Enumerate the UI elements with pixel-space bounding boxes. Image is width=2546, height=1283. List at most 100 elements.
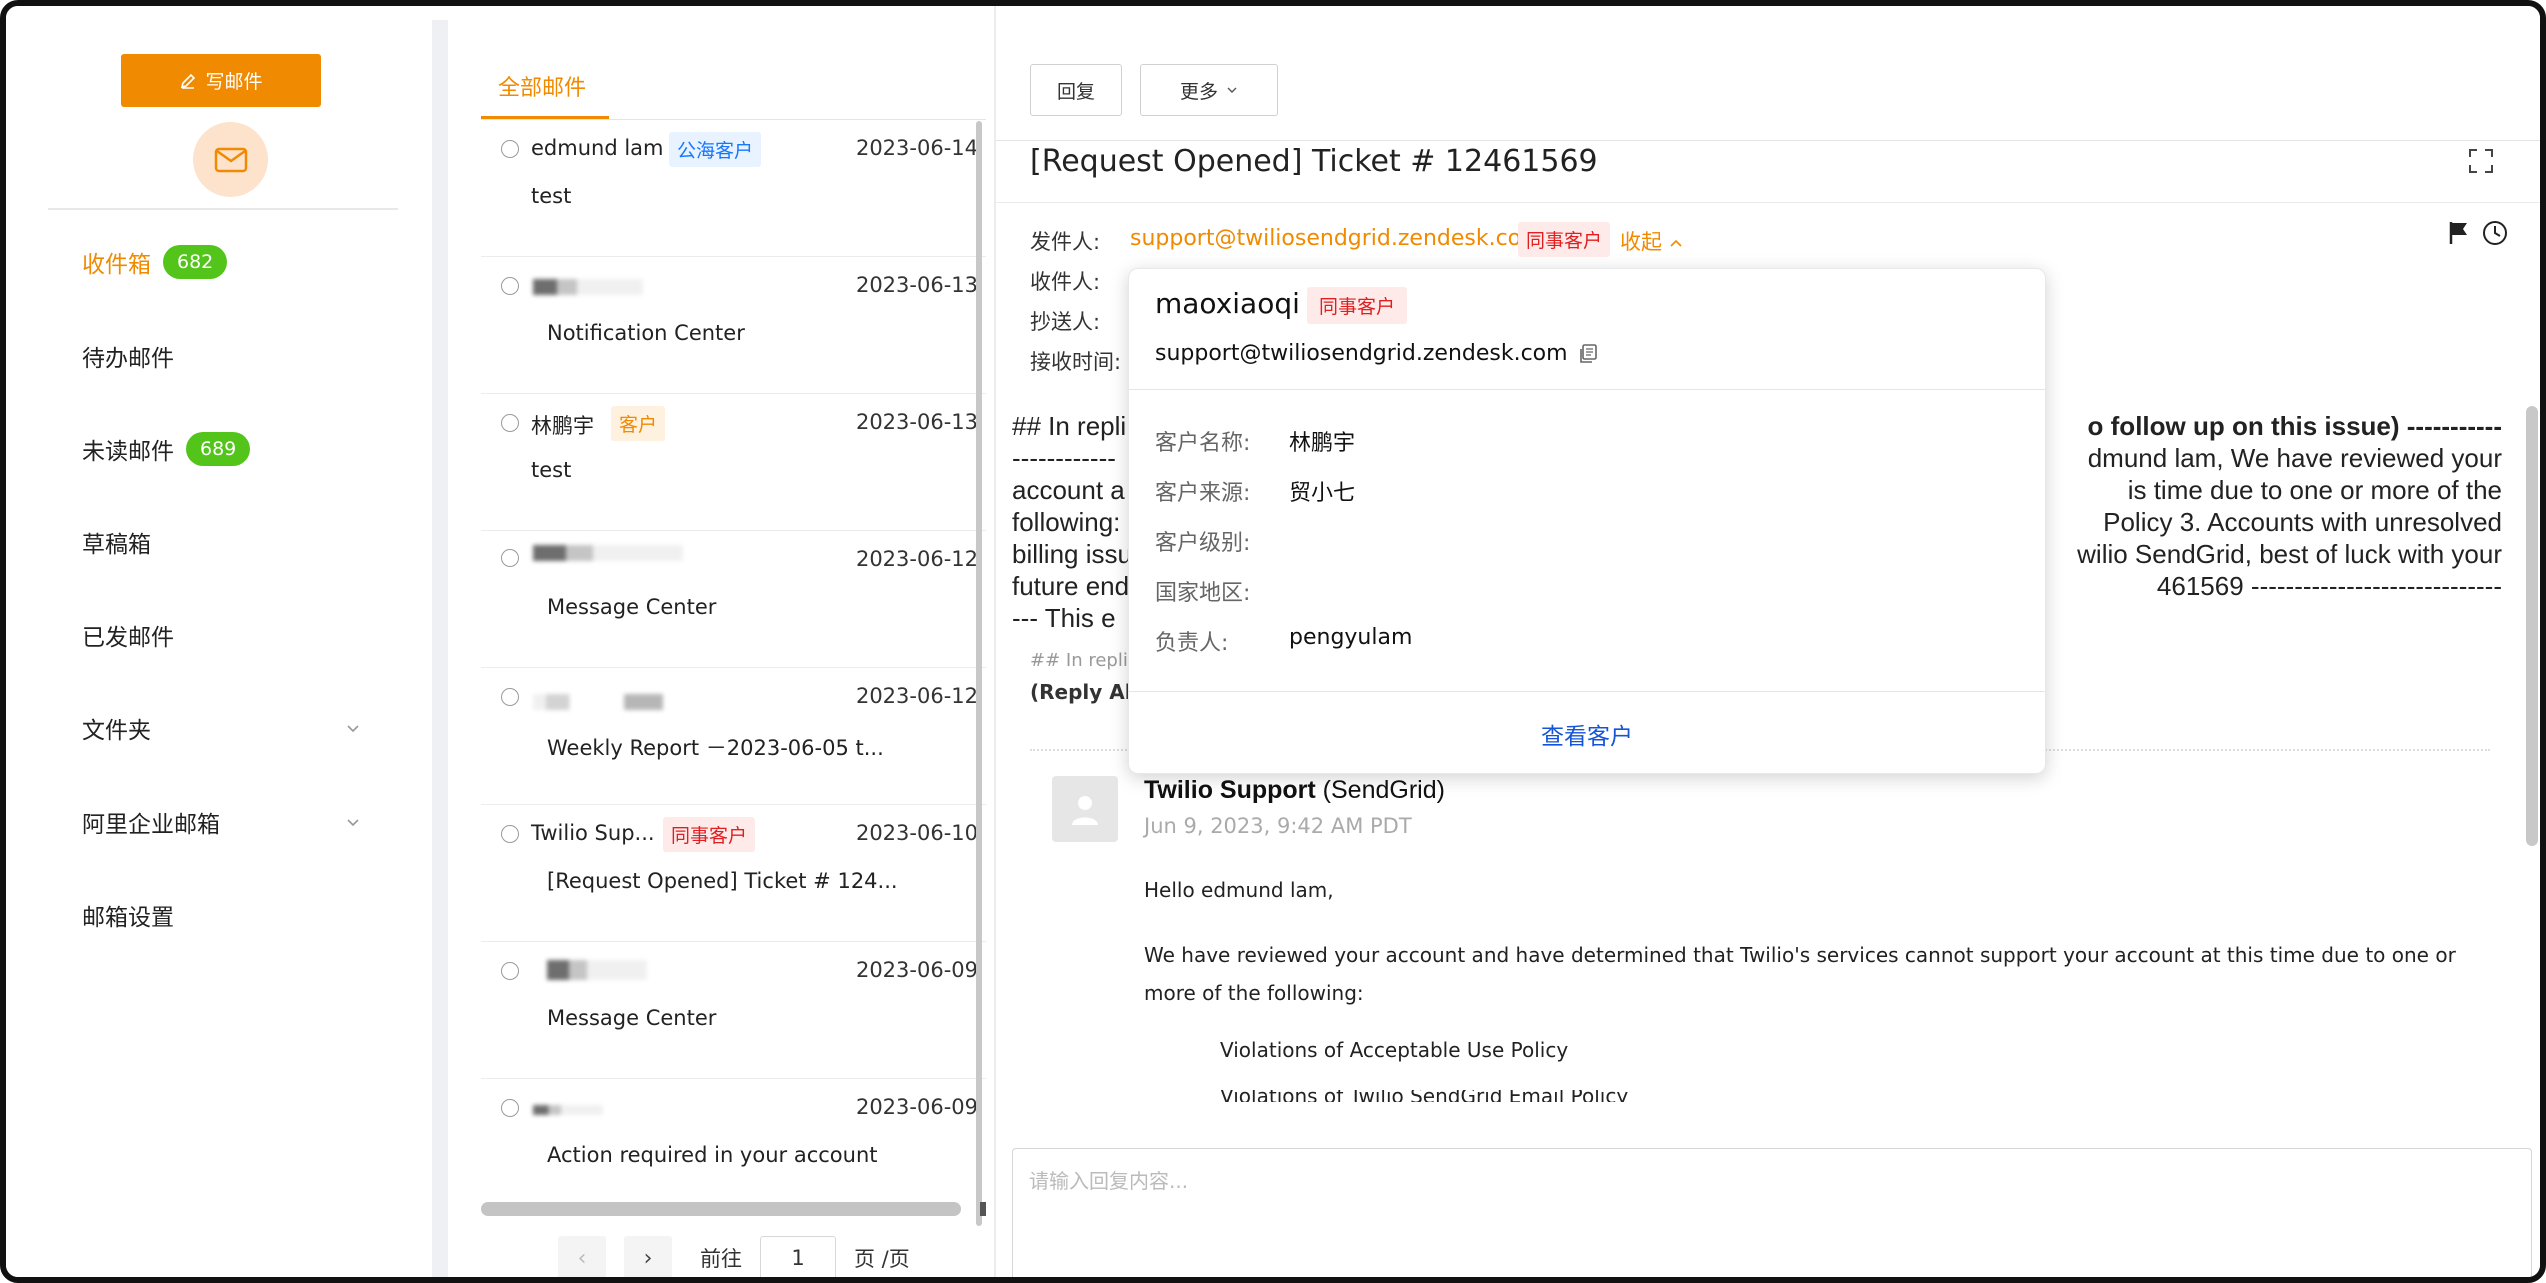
mail-avatar[interactable] xyxy=(193,122,268,197)
view-customer-link[interactable]: 查看客户 xyxy=(1129,717,2045,751)
body-line: ## In repli xyxy=(1012,411,1127,441)
greeting-text: Hello edmund lam, xyxy=(1144,878,1334,902)
pagination: ‹ › 前往 1 页 /页 xyxy=(558,1236,910,1277)
paragraph-text: We have reviewed your account and have d… xyxy=(1144,943,2456,1005)
support-sender: Twilio Support (SendGrid) xyxy=(1144,776,1445,805)
select-radio[interactable] xyxy=(501,1099,519,1117)
chevron-down-icon[interactable] xyxy=(346,722,360,736)
sidebar-item-label: 邮箱设置 xyxy=(82,905,174,931)
mail-list-item[interactable]: 林鹏宇 客户 2023-06-13 test xyxy=(481,394,986,531)
more-button-label: 更多 xyxy=(1179,81,1218,103)
body-line: account a xyxy=(1012,475,1125,505)
sidebar-item-inbox[interactable]: 收件箱 682 xyxy=(82,242,228,282)
sidebar-item-sent[interactable]: 已发邮件 xyxy=(82,615,174,655)
customer-tag: 同事客户 xyxy=(663,817,756,852)
sidebar: 写邮件 收件箱 682 待办邮件 未读邮件 689 草稿箱 已发邮件 文件夹 阿… xyxy=(6,6,432,1277)
customer-tag: 客户 xyxy=(611,406,666,441)
select-radio[interactable] xyxy=(501,962,519,980)
body-line: --- This e xyxy=(1012,603,1116,633)
quoted-heading: ## In repli xyxy=(1030,650,1128,671)
mail-list-item[interactable]: 2023-06-12 Message Center xyxy=(481,531,986,668)
body-line: wilio SendGrid, best of luck with your xyxy=(2077,539,2502,569)
mail-subject: test xyxy=(531,458,572,482)
reply-button-label: 回复 xyxy=(1056,81,1095,103)
pane-divider xyxy=(432,20,448,1277)
redacted-sender xyxy=(547,960,647,980)
collapse-label: 收起 xyxy=(1620,230,1662,254)
mail-date: 2023-06-12 xyxy=(855,547,978,571)
redacted-sender xyxy=(533,694,663,710)
sidebar-item-unread[interactable]: 未读邮件 689 xyxy=(82,429,251,469)
sidebar-item-label: 草稿箱 xyxy=(82,532,151,558)
mail-date: 2023-06-13 xyxy=(855,273,978,297)
mail-subject: test xyxy=(531,184,572,208)
select-radio[interactable] xyxy=(501,277,519,295)
mail-list-item[interactable]: Twilio Sup... 同事客户 2023-06-10 [Request O… xyxy=(481,805,986,942)
mail-list-item[interactable]: 2023-06-12 Weekly Report －2023-06-05 t..… xyxy=(481,668,986,805)
collapse-toggle[interactable]: 收起 xyxy=(1620,226,1683,256)
support-name: Twilio Support xyxy=(1144,776,1316,804)
sidebar-item-label: 未读邮件 xyxy=(82,439,174,465)
list-vertical-scrollbar[interactable] xyxy=(976,121,982,1226)
received-time-label: 接收时间: xyxy=(1030,350,1122,374)
clock-icon[interactable] xyxy=(2482,220,2508,246)
envelope-icon xyxy=(214,147,247,172)
sender-tag: 同事客户 xyxy=(1518,222,1611,257)
contact-name: maoxiaoqi xyxy=(1155,287,1300,320)
mail-subject: Action required in your account xyxy=(547,1143,878,1167)
mail-subject: Weekly Report －2023-06-05 t... xyxy=(547,736,884,760)
chevron-down-icon[interactable] xyxy=(346,816,360,830)
more-button[interactable]: 更多 xyxy=(1140,64,1278,116)
redacted-sender xyxy=(533,545,683,561)
sidebar-item-drafts[interactable]: 草稿箱 xyxy=(82,522,151,562)
app-window: 写邮件 收件箱 682 待办邮件 未读邮件 689 草稿箱 已发邮件 文件夹 阿… xyxy=(0,0,2546,1283)
reply-textarea[interactable]: 请输入回复内容... xyxy=(1012,1148,2532,1277)
sender-email[interactable]: support@twiliosendgrid.zendesk.com xyxy=(1130,226,1543,251)
reply-all-text: (Reply All xyxy=(1030,680,1139,704)
tab-all-mail[interactable]: 全部邮件 xyxy=(498,70,586,102)
flag-icon[interactable] xyxy=(2448,220,2470,246)
inbox-count-badge: 682 xyxy=(163,245,228,279)
field-label: 客户来源: xyxy=(1155,481,1251,506)
body-line: Policy 3. Accounts with unresolved xyxy=(2103,507,2502,537)
to-label: 收件人: xyxy=(1030,270,1101,294)
select-radio[interactable] xyxy=(501,825,519,843)
compose-label: 写邮件 xyxy=(205,72,263,93)
redacted-sender xyxy=(533,1105,603,1115)
prev-page-button[interactable]: ‹ xyxy=(558,1236,606,1277)
next-page-button[interactable]: › xyxy=(624,1236,672,1277)
fullscreen-icon[interactable] xyxy=(2468,148,2494,174)
mail-sender: 林鹏宇 xyxy=(531,414,594,438)
mail-list-item[interactable]: edmund lam 公海客户 2023-06-14 test xyxy=(481,120,986,257)
mail-date: 2023-06-14 xyxy=(855,136,978,160)
popover-divider xyxy=(1129,389,2045,390)
support-date: Jun 9, 2023, 9:42 AM PDT xyxy=(1144,814,1412,838)
mail-date: 2023-06-09 xyxy=(855,1095,978,1119)
mail-date: 2023-06-09 xyxy=(855,958,978,982)
select-radio[interactable] xyxy=(501,140,519,158)
bullet-item: Violations of Twilio SendGrid Email Poli… xyxy=(1220,1090,1629,1102)
select-radio[interactable] xyxy=(501,688,519,706)
page-input[interactable]: 1 xyxy=(760,1236,836,1277)
customer-tag: 公海客户 xyxy=(669,132,762,167)
sidebar-item-label: 阿里企业邮箱 xyxy=(82,812,220,838)
mail-list-item[interactable]: 2023-06-09 Action required in your accou… xyxy=(481,1079,986,1216)
list-horizontal-scrollbar[interactable] xyxy=(481,1202,961,1216)
sidebar-item-todo[interactable]: 待办邮件 xyxy=(82,336,174,376)
select-radio[interactable] xyxy=(501,414,519,432)
reply-button[interactable]: 回复 xyxy=(1030,64,1122,116)
pen-icon xyxy=(181,73,196,89)
reader-scrollbar[interactable] xyxy=(2526,406,2538,846)
support-org: (SendGrid) xyxy=(1315,776,1445,804)
select-radio[interactable] xyxy=(501,549,519,567)
sidebar-item-settings[interactable]: 邮箱设置 xyxy=(82,895,174,935)
toolbar-divider xyxy=(996,140,2540,141)
mail-subject: Message Center xyxy=(547,595,717,619)
customer-source-value: 贸小七 xyxy=(1289,481,1356,506)
compose-button[interactable]: 写邮件 xyxy=(121,54,321,107)
mail-list-item[interactable]: 2023-06-09 Message Center xyxy=(481,942,986,1079)
mail-list-item[interactable]: 2023-06-13 Notification Center xyxy=(481,257,986,394)
scrollbar-end xyxy=(980,1202,986,1216)
copy-icon[interactable] xyxy=(1577,343,1599,365)
contact-popover: maoxiaoqi 同事客户 support@twiliosendgrid.ze… xyxy=(1128,268,2046,774)
